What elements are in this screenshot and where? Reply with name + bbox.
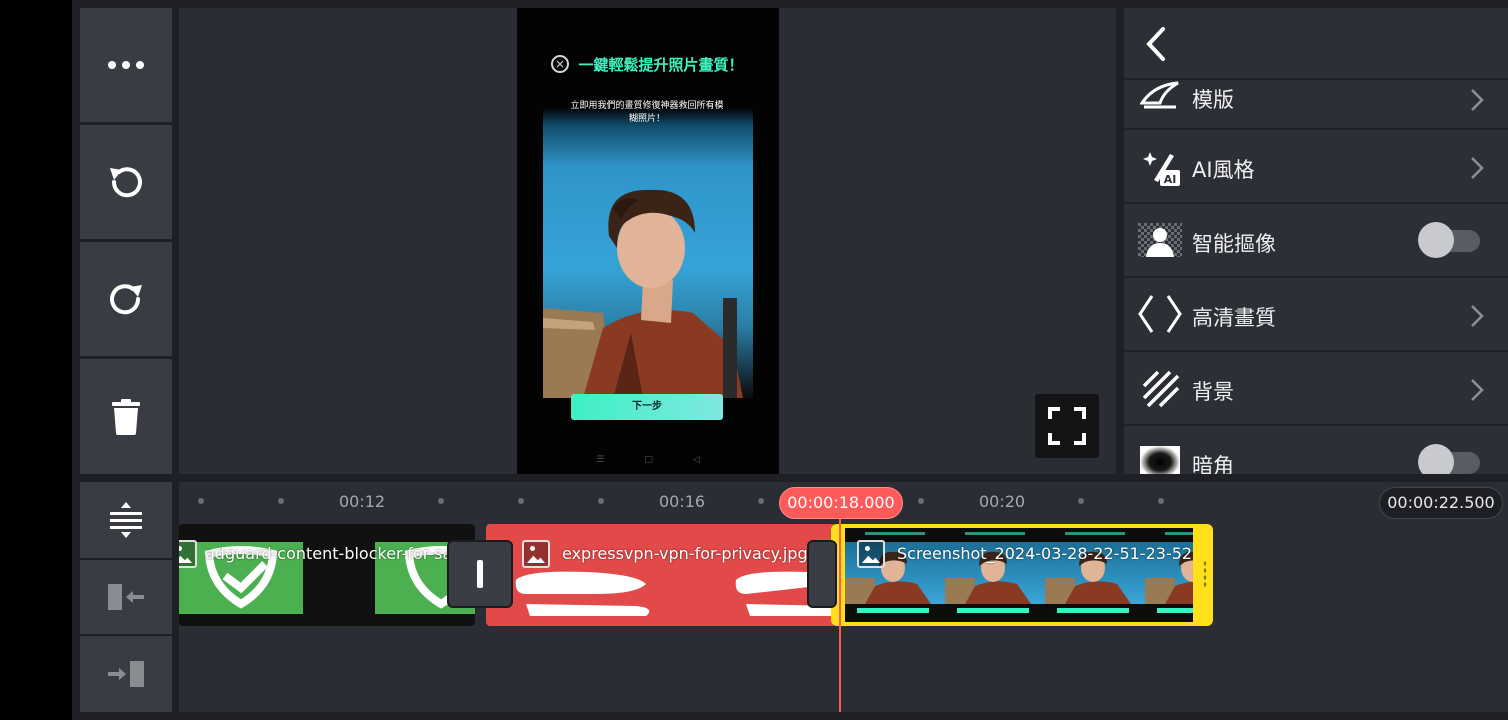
phone-next-button: 下一步 [571,394,723,420]
trim-left-icon [108,584,144,610]
cutout-toggle[interactable] [1418,222,1482,258]
settings-row-cutout[interactable]: 智能摳像 [1124,204,1508,278]
tick-dot [1078,498,1084,504]
tick-dot [598,498,604,504]
phone-title: 一鍵輕鬆提升照片畫質！ [578,56,744,74]
undo-button[interactable] [80,125,172,239]
tick-label: 00:20 [979,492,1026,511]
image-icon [179,540,197,568]
video-editor: × 一鍵輕鬆提升照片畫質！ 立即用我們的畫質修復神器救回所有模糊照片！ 下一步 … [72,0,1508,720]
delete-button[interactable] [80,359,172,474]
ai-style-icon: AI [1138,146,1182,186]
chevron-right-icon [1471,89,1484,111]
row-label-ai-style: AI風格 [1192,158,1255,182]
settings-row-background[interactable]: 背景 [1124,352,1508,426]
row-label-hd-quality: 高清畫質 [1192,306,1276,330]
background-icon [1138,368,1182,408]
total-duration: 00:00:22.500 [1379,487,1503,519]
tick-dot [438,498,444,504]
phone-photo [543,108,753,398]
tick-dot [518,498,524,504]
row-label-template: 模版 [1192,88,1234,112]
more-horizontal-icon [108,61,144,69]
settings-row-hd-quality[interactable]: 高清畫質 [1124,278,1508,352]
svg-text:AI: AI [1164,173,1177,186]
trim-right-button[interactable] [80,636,172,712]
phone-subtitle: 立即用我們的畫質修復神器救回所有模糊照片！ [570,101,724,124]
trim-left-button[interactable] [80,560,172,634]
tick-dot [918,498,924,504]
tick-dot [1158,498,1164,504]
track-height-icon [110,502,142,538]
close-icon: × [551,55,569,73]
tick-label: 00:12 [339,492,386,511]
chevron-right-icon [1471,379,1484,401]
template-icon [1138,74,1182,114]
more-button[interactable] [80,8,172,122]
transition-button[interactable] [807,540,837,608]
redo-icon [110,284,142,315]
row-label-cutout: 智能摳像 [1192,232,1276,256]
settings-row-vignette[interactable]: 暗角 [1124,426,1508,474]
row-label-vignette: 暗角 [1192,454,1234,474]
vignette-toggle[interactable] [1418,444,1482,474]
chevron-right-icon [1471,305,1484,327]
clip-label: Screenshot_2024-03-28-22-51-23-52 [897,544,1193,563]
image-icon [857,540,885,568]
panel-header [1124,8,1508,80]
timeline-clip-adguard[interactable]: adguard-content-blocker-for-sa [179,524,475,626]
transition-button[interactable] [447,540,513,608]
phone-nav-bar: ☰ □ ◁ [517,455,779,465]
chevron-left-icon [1146,27,1165,61]
hd-quality-icon [1138,294,1182,334]
clip-label: expressvpn-vpn-for-privacy.jpg [562,544,808,563]
track-height-button[interactable] [80,482,172,558]
chevron-right-icon [1471,157,1484,179]
image-icon [522,540,550,568]
tick-dot [278,498,284,504]
back-button[interactable] [1140,26,1172,62]
cutout-icon [1138,220,1182,260]
fullscreen-button[interactable] [1035,394,1099,458]
timeline[interactable]: 00:12 00:16 00:20 adguard-content-blocke… [179,482,1508,712]
clip-label: adguard-content-blocker-for-sa [205,544,453,563]
tick-dot [198,498,204,504]
vignette-icon [1138,442,1182,474]
trim-right-icon [108,661,144,687]
preview-frame: × 一鍵輕鬆提升照片畫質！ 立即用我們的畫質修復神器救回所有模糊照片！ 下一步 … [517,8,779,474]
clip-thumbnails [845,528,1193,622]
phone-nav-back: ◁ [692,455,700,465]
row-label-background: 背景 [1192,380,1234,404]
phone-nav-menu: ☰ [596,455,605,465]
phone-nav-home: □ [644,455,653,465]
clip-settings-panel: 模版 AI AI風格 智能摳像 高清畫質 背景 暗角 [1124,8,1508,474]
settings-row-ai-style[interactable]: AI AI風格 [1124,130,1508,204]
tick-dot [758,498,764,504]
timeline-clip-screenshot[interactable]: Screenshot_2024-03-28-22-51-23-52 [831,524,1213,626]
playhead-line[interactable] [839,519,841,712]
playhead-time: 00:00:18.000 [779,487,903,519]
trash-icon [112,398,140,435]
drag-handle[interactable] [1203,560,1207,588]
timeline-clip-expressvpn[interactable]: expressvpn-vpn-for-privacy.jpg [486,524,836,626]
fullscreen-icon [1048,407,1086,445]
undo-icon [110,167,142,198]
tick-label: 00:16 [659,492,706,511]
video-preview[interactable]: × 一鍵輕鬆提升照片畫質！ 立即用我們的畫質修復神器救回所有模糊照片！ 下一步 … [179,8,1116,474]
redo-button[interactable] [80,242,172,356]
